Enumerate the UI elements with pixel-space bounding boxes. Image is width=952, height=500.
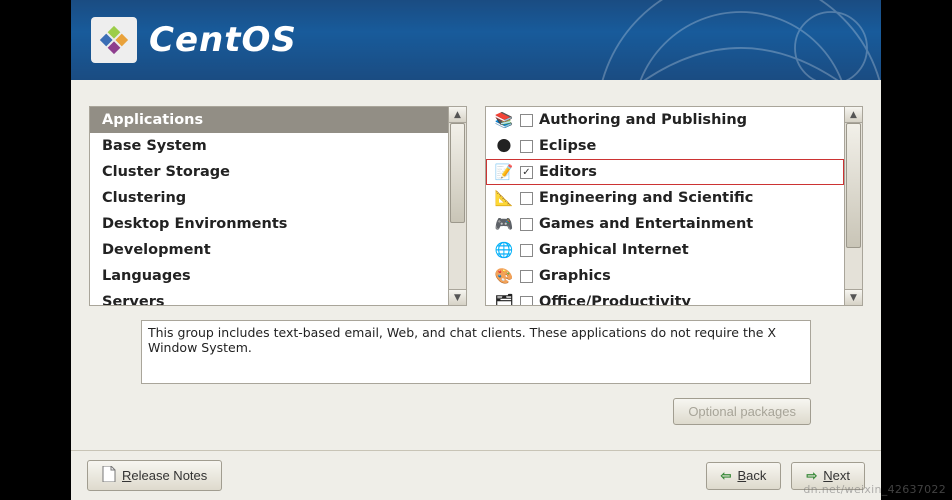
- header: CentOS: [71, 0, 881, 80]
- package-label: Authoring and Publishing: [539, 112, 747, 128]
- scroll-down-button[interactable]: ▼: [845, 289, 862, 305]
- release-notes-button[interactable]: Release Notes: [87, 460, 222, 491]
- category-pane: ApplicationsBase SystemCluster StorageCl…: [89, 106, 467, 306]
- category-item[interactable]: Clustering: [90, 185, 448, 211]
- package-label: Office/Productivity: [539, 294, 691, 306]
- category-item[interactable]: Servers: [90, 289, 448, 306]
- category-item[interactable]: Cluster Storage: [90, 159, 448, 185]
- package-pane: 📚 Authoring and Publishing 🌑 Eclipse 📝 ✓ Edito…: [485, 106, 863, 306]
- scroll-track[interactable]: [845, 123, 862, 289]
- category-item[interactable]: Applications: [90, 107, 448, 133]
- package-icon: 📐: [494, 188, 514, 208]
- category-item[interactable]: Development: [90, 237, 448, 263]
- package-icon: 🗂: [494, 292, 514, 306]
- package-icon: 🌑: [494, 136, 514, 156]
- content-area: ApplicationsBase SystemCluster StorageCl…: [71, 80, 881, 450]
- category-item[interactable]: Languages: [90, 263, 448, 289]
- back-label: Back: [737, 468, 766, 483]
- package-item[interactable]: 📐 Engineering and Scientific: [486, 185, 844, 211]
- package-icon: 📚: [494, 110, 514, 130]
- package-label: Editors: [539, 164, 597, 180]
- category-item[interactable]: Desktop Environments: [90, 211, 448, 237]
- centos-logo-icon: [91, 17, 137, 63]
- installer-window: CentOS ApplicationsBase SystemCluster St…: [71, 0, 881, 500]
- package-item[interactable]: 🎨 Graphics: [486, 263, 844, 289]
- package-checkbox[interactable]: [520, 270, 533, 283]
- package-icon: 🎮: [494, 214, 514, 234]
- package-label: Graphics: [539, 268, 611, 284]
- category-list[interactable]: ApplicationsBase SystemCluster StorageCl…: [89, 106, 449, 306]
- package-icon: 🎨: [494, 266, 514, 286]
- arrow-right-icon: ⇨: [806, 468, 817, 484]
- package-item[interactable]: 🌑 Eclipse: [486, 133, 844, 159]
- package-checkbox[interactable]: ✓: [520, 166, 533, 179]
- package-item[interactable]: 🌐 Graphical Internet: [486, 237, 844, 263]
- package-label: Games and Entertainment: [539, 216, 753, 232]
- package-checkbox[interactable]: [520, 244, 533, 257]
- scroll-up-button[interactable]: ▲: [449, 107, 466, 123]
- package-scrollbar[interactable]: ▲ ▼: [845, 106, 863, 306]
- logo: CentOS: [91, 17, 297, 63]
- scroll-up-button[interactable]: ▲: [845, 107, 862, 123]
- package-checkbox[interactable]: [520, 218, 533, 231]
- package-item[interactable]: 🗂 Office/Productivity: [486, 289, 844, 306]
- package-checkbox[interactable]: [520, 296, 533, 307]
- package-checkbox[interactable]: [520, 140, 533, 153]
- package-checkbox[interactable]: [520, 192, 533, 205]
- optional-row: Optional packages: [89, 398, 863, 425]
- next-label: Next: [823, 468, 850, 483]
- scroll-thumb[interactable]: [450, 123, 465, 223]
- package-checkbox[interactable]: [520, 114, 533, 127]
- description-box: This group includes text-based email, We…: [141, 320, 811, 384]
- document-icon: [102, 466, 116, 485]
- category-scrollbar[interactable]: ▲ ▼: [449, 106, 467, 306]
- scroll-down-button[interactable]: ▼: [449, 289, 466, 305]
- back-button[interactable]: ⇦ Back: [706, 462, 782, 490]
- scroll-thumb[interactable]: [846, 123, 861, 248]
- package-icon: 📝: [494, 162, 514, 182]
- package-label: Graphical Internet: [539, 242, 689, 258]
- package-icon: 🌐: [494, 240, 514, 260]
- scroll-track[interactable]: [449, 123, 466, 289]
- lists-row: ApplicationsBase SystemCluster StorageCl…: [89, 106, 863, 306]
- brand-text: CentOS: [149, 20, 297, 60]
- header-swirl-decoration: [561, 0, 881, 80]
- footer: Release Notes ⇦ Back ⇨ Next: [71, 450, 881, 500]
- package-item[interactable]: 📝 ✓ Editors: [486, 159, 844, 185]
- package-label: Engineering and Scientific: [539, 190, 753, 206]
- optional-packages-button[interactable]: Optional packages: [673, 398, 811, 425]
- category-item[interactable]: Base System: [90, 133, 448, 159]
- release-notes-label: Release Notes: [122, 468, 207, 483]
- arrow-left-icon: ⇦: [721, 468, 732, 484]
- watermark: dn.net/weixin_42637022: [803, 483, 946, 496]
- package-item[interactable]: 🎮 Games and Entertainment: [486, 211, 844, 237]
- package-label: Eclipse: [539, 138, 596, 154]
- package-list[interactable]: 📚 Authoring and Publishing 🌑 Eclipse 📝 ✓ Edito…: [485, 106, 845, 306]
- package-item[interactable]: 📚 Authoring and Publishing: [486, 107, 844, 133]
